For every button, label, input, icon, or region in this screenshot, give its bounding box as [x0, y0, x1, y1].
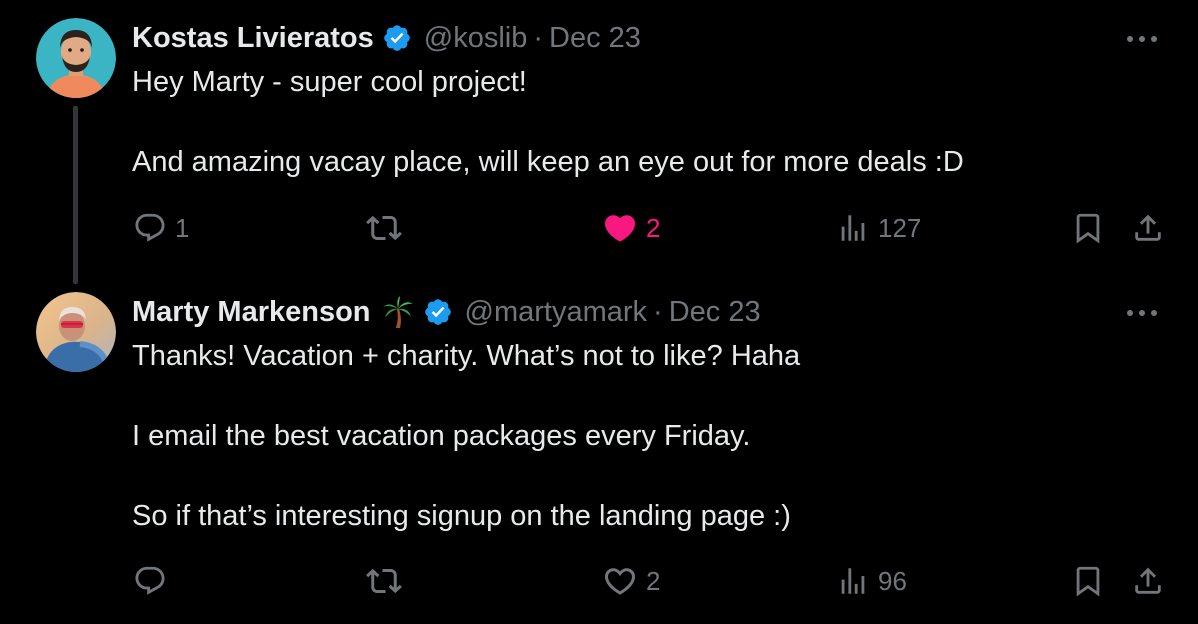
- tweet-date[interactable]: Dec 23: [669, 296, 761, 329]
- tweet-paragraph: So if that’s interesting signup on the l…: [132, 500, 791, 532]
- like-count: 2: [646, 565, 661, 596]
- views-button[interactable]: 127: [836, 203, 921, 253]
- tweet-paragraph: Thanks! Vacation + charity. What’s not t…: [132, 340, 801, 372]
- reply-icon: [135, 566, 165, 595]
- share-button[interactable]: [1131, 203, 1165, 253]
- like-button[interactable]: 2: [602, 203, 660, 253]
- reply-button[interactable]: 1: [133, 203, 189, 253]
- bookmark-icon: [1076, 213, 1100, 244]
- verified-badge-icon: [383, 25, 410, 51]
- author-handle[interactable]: @martyamark: [465, 296, 648, 329]
- reply-icon: [135, 213, 165, 242]
- reply-button[interactable]: [133, 556, 175, 606]
- share-icon: [1135, 567, 1161, 594]
- view-count: 127: [878, 212, 922, 243]
- bookmark-button[interactable]: [1071, 203, 1105, 253]
- retweet-button[interactable]: [366, 203, 410, 253]
- retweet-icon: [366, 568, 402, 594]
- views-button[interactable]: 96: [836, 556, 907, 606]
- separator-dot: ·: [533, 21, 544, 54]
- more-icon: [1127, 36, 1157, 42]
- more-options-button[interactable]: [1124, 298, 1160, 328]
- view-count: 96: [878, 565, 907, 596]
- share-icon: [1135, 214, 1161, 241]
- retweet-icon: [366, 215, 402, 241]
- tweet-paragraph: I email the best vacation packages every…: [132, 420, 751, 452]
- share-button[interactable]: [1131, 556, 1165, 606]
- tweet-actions: 1 2 127: [0, 203, 1198, 253]
- verified-badge-icon: [424, 299, 451, 325]
- author-name[interactable]: Marty Markenson: [132, 296, 371, 329]
- retweet-button[interactable]: [366, 556, 410, 606]
- author-handle[interactable]: @koslib: [424, 22, 528, 55]
- tweet-header: Marty Markenson @martyamark · Dec 23: [132, 292, 761, 332]
- palm-tree-icon: [382, 296, 413, 328]
- like-button[interactable]: 2: [602, 556, 660, 606]
- tweet-martyamark[interactable]: Marty Markenson @martyamark · Dec 23 Tha…: [0, 270, 1198, 624]
- tweet-paragraph: And amazing vacay place, will keep an ey…: [132, 146, 964, 178]
- tweet-actions: 2 96: [0, 556, 1198, 606]
- tweet-paragraph: Hey Marty - super cool project!: [132, 66, 527, 98]
- tweet-header: Kostas Livieratos @koslib · Dec 23: [132, 18, 641, 58]
- author-name[interactable]: Kostas Livieratos: [132, 22, 374, 55]
- views-chart-icon: [841, 568, 865, 594]
- more-icon: [1127, 310, 1157, 316]
- tweet-koslib[interactable]: Kostas Livieratos @koslib · Dec 23 Hey M…: [0, 0, 1198, 270]
- separator-dot: ·: [653, 295, 663, 328]
- more-options-button[interactable]: [1124, 24, 1160, 54]
- like-count: 2: [646, 212, 661, 243]
- heart-filled-icon: [604, 215, 636, 242]
- bookmark-button[interactable]: [1071, 556, 1105, 606]
- avatar[interactable]: [36, 292, 116, 372]
- tweet-date[interactable]: Dec 23: [549, 22, 641, 55]
- tweet-text: Thanks! Vacation + charity. What’s not t…: [132, 336, 1132, 536]
- views-chart-icon: [841, 215, 865, 241]
- heart-outline-icon: [604, 568, 636, 595]
- avatar[interactable]: [36, 18, 116, 98]
- reply-count: 1: [175, 212, 190, 243]
- tweet-text: Hey Marty - super cool project! And amaz…: [132, 62, 1132, 182]
- bookmark-icon: [1076, 566, 1100, 597]
